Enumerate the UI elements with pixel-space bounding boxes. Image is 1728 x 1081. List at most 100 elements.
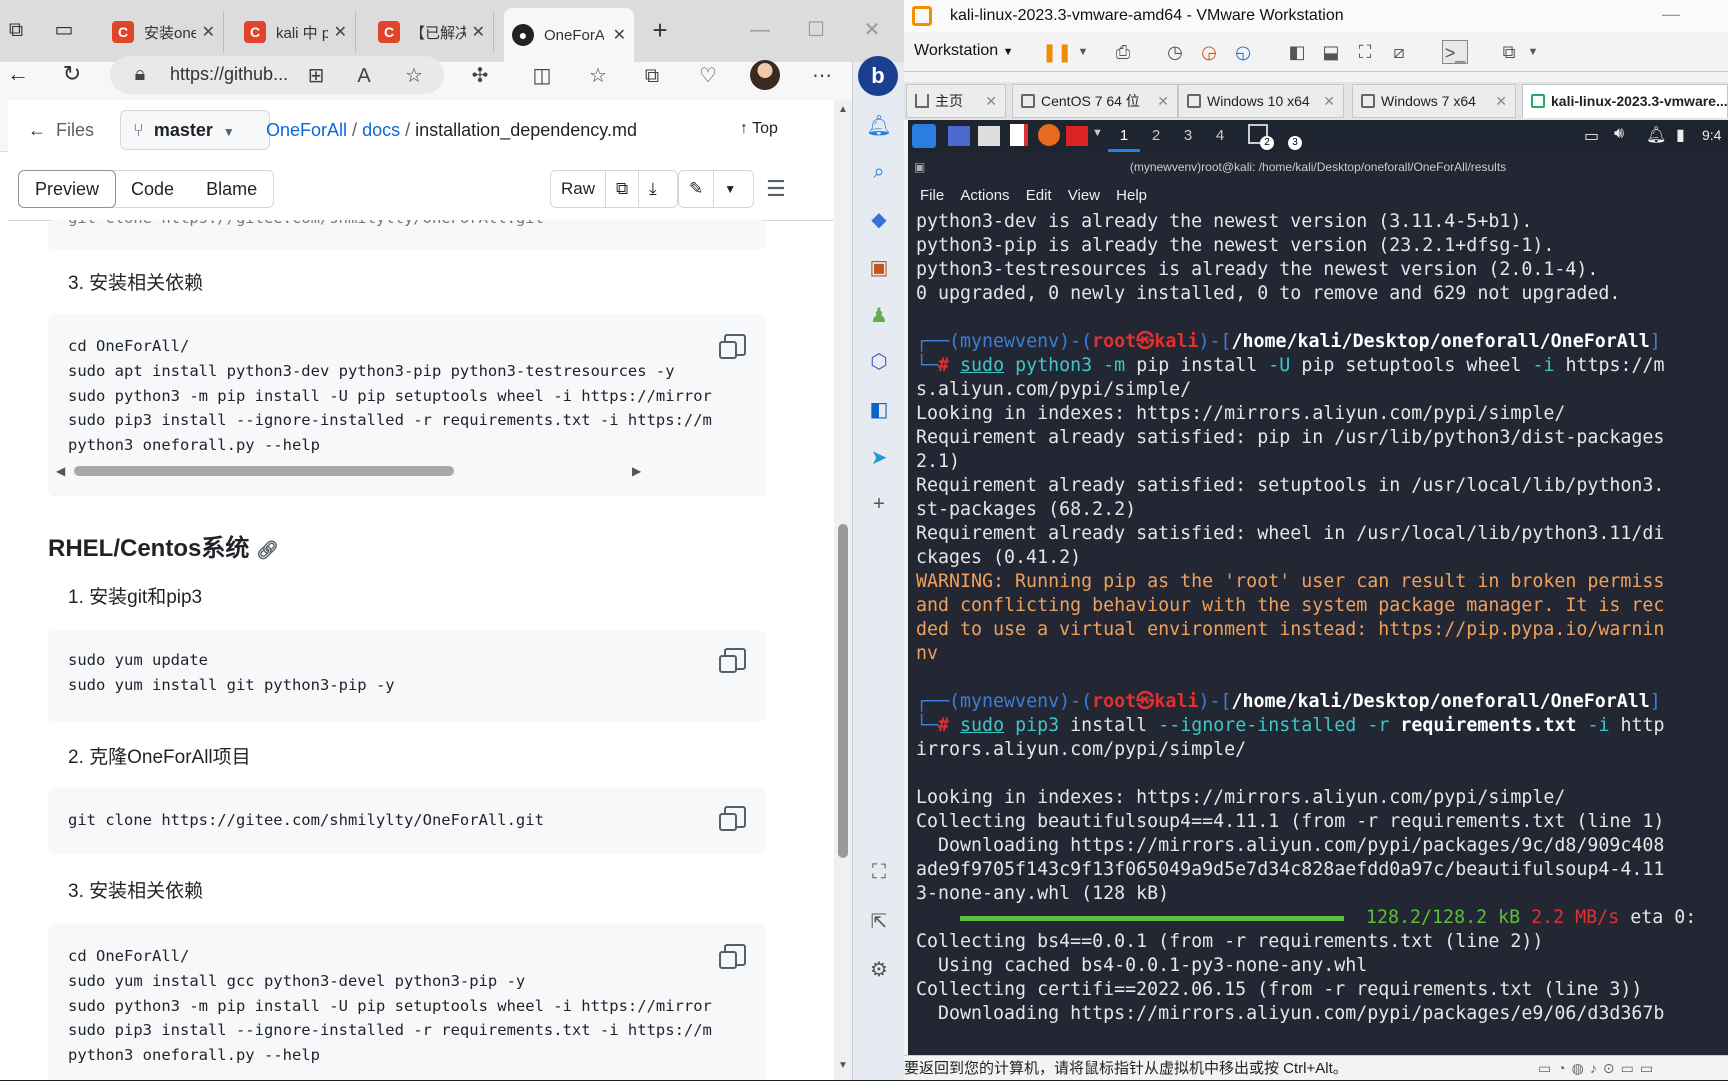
top-button[interactable]: ↑ Top bbox=[740, 120, 778, 138]
display-icon[interactable]: ▭ bbox=[1584, 126, 1599, 146]
workspaces-icon[interactable]: ⧉ bbox=[0, 14, 32, 46]
tools-briefcase-icon[interactable]: ▣ bbox=[865, 254, 893, 282]
pause-icon[interactable]: ❚❚ bbox=[1042, 40, 1072, 64]
maximize-button[interactable]: ☐ bbox=[800, 14, 832, 46]
copy-icon[interactable] bbox=[719, 334, 746, 359]
menu-actions[interactable]: Actions bbox=[960, 187, 1009, 204]
vm-tab-windows-7[interactable]: Windows 7 x64 ✕ bbox=[1352, 84, 1516, 118]
desktop-icon[interactable] bbox=[948, 126, 970, 146]
copy-raw-icon[interactable]: ⧉ bbox=[606, 171, 640, 207]
close-icon[interactable]: ✕ bbox=[607, 25, 626, 45]
app-available-icon[interactable]: ⊞ bbox=[300, 60, 332, 92]
games-icon[interactable]: ♟ bbox=[865, 302, 893, 330]
tab-actions-icon[interactable]: ▭ bbox=[48, 14, 80, 46]
breadcrumb-repo[interactable]: OneForAll bbox=[266, 120, 347, 140]
copilot-icon[interactable]: ⬡ bbox=[865, 348, 893, 376]
tab-preview[interactable]: Preview bbox=[18, 170, 117, 208]
vm-tab-windows-10[interactable]: Windows 10 x64 ✕ bbox=[1178, 84, 1344, 118]
browser-tab-3[interactable]: C 【已解决 ✕ bbox=[370, 12, 494, 52]
close-icon[interactable]: ✕ bbox=[1495, 85, 1507, 117]
read-aloud-icon[interactable]: A bbox=[348, 60, 380, 92]
scroll-right-icon[interactable]: ▶ bbox=[632, 464, 641, 478]
revert-snapshot-icon[interactable]: ◶ bbox=[1196, 40, 1222, 64]
breadcrumb-folder[interactable]: docs bbox=[362, 120, 400, 140]
browser-tab-1[interactable]: C 安装one ✕ bbox=[104, 12, 224, 52]
browser-tab-4-active[interactable]: ● OneForAll ✕ bbox=[504, 8, 634, 62]
chevron-down-icon[interactable]: ▼ bbox=[714, 182, 746, 196]
more-icon[interactable]: ⋯ bbox=[806, 60, 838, 92]
split-screen-icon[interactable]: ◫ bbox=[526, 60, 558, 92]
workspace-3[interactable]: 3 bbox=[1172, 120, 1204, 152]
menu-edit[interactable]: Edit bbox=[1026, 187, 1052, 204]
device-icons[interactable]: ▭◔◍♪⊙▭▭ bbox=[1538, 1056, 1659, 1081]
vm-tab-home[interactable]: 主页 ✕ bbox=[906, 84, 1006, 118]
page-scrollbar[interactable]: ▲ ▼ bbox=[834, 100, 852, 1080]
link-icon[interactable]: 🔗︎ bbox=[256, 540, 279, 560]
chevron-down-icon[interactable]: ▼ bbox=[1070, 40, 1096, 64]
kali-menu-icon[interactable] bbox=[912, 124, 936, 148]
volume-icon[interactable]: 🔊︎ bbox=[1614, 125, 1624, 143]
send-ctrl-alt-del-icon[interactable]: ⎙ bbox=[1110, 40, 1136, 64]
chevron-down-icon[interactable]: ▼ bbox=[1092, 127, 1103, 139]
copy-icon[interactable] bbox=[719, 944, 746, 969]
tab-code[interactable]: Code bbox=[115, 171, 190, 207]
full-screen-icon[interactable]: ⛶ bbox=[1352, 40, 1378, 64]
snapshot-icon[interactable]: ◷ bbox=[1162, 40, 1188, 64]
stretch-guest-icon[interactable]: ⧉ bbox=[1496, 40, 1522, 64]
horizontal-scrollbar-thumb[interactable] bbox=[74, 466, 454, 476]
open-external-icon[interactable]: ⇱ bbox=[865, 908, 893, 936]
battery-icon[interactable]: ▮ bbox=[1676, 125, 1685, 145]
browser-tab-2[interactable]: C kali 中 p ✕ bbox=[236, 12, 356, 52]
notification-bell-icon[interactable]: 🔔︎ bbox=[1646, 125, 1666, 145]
workspace-1[interactable]: 1 bbox=[1108, 120, 1140, 152]
refresh-icon[interactable]: ↻ bbox=[54, 56, 90, 92]
download-icon[interactable]: ⤓ bbox=[639, 179, 667, 199]
add-icon[interactable]: + bbox=[865, 490, 893, 518]
unity-icon[interactable]: ⧄ bbox=[1386, 40, 1412, 64]
close-icon[interactable]: ✕ bbox=[1157, 85, 1169, 117]
close-icon[interactable]: ✕ bbox=[1323, 85, 1335, 117]
chevron-down-icon[interactable]: ▼ bbox=[1520, 40, 1546, 64]
telegram-icon[interactable]: ➤ bbox=[865, 444, 893, 472]
screenshot-icon[interactable]: ⛶ bbox=[865, 858, 893, 886]
minimize-button[interactable]: — bbox=[744, 14, 776, 46]
minimize-button[interactable]: — bbox=[1662, 4, 1680, 25]
terminal-output[interactable]: python3-dev is already the newest versio… bbox=[908, 210, 1728, 1055]
app-icon[interactable] bbox=[1066, 126, 1088, 146]
console-view-icon[interactable]: >_ bbox=[1442, 40, 1468, 64]
extensions-icon[interactable]: ✣ bbox=[464, 60, 496, 92]
snapshot-manager-icon[interactable]: ◵ bbox=[1230, 40, 1256, 64]
raw-button[interactable]: Raw bbox=[551, 171, 607, 207]
close-icon[interactable]: ✕ bbox=[985, 85, 997, 117]
close-icon[interactable]: ✕ bbox=[196, 22, 215, 42]
settings-gear-icon[interactable]: ⚙ bbox=[865, 956, 893, 984]
firefox-icon[interactable] bbox=[1038, 124, 1060, 146]
text-editor-icon[interactable] bbox=[1010, 124, 1028, 146]
url-text[interactable]: https://github... bbox=[170, 64, 288, 85]
new-tab-button[interactable]: + bbox=[644, 14, 676, 46]
clock[interactable]: 9:4 bbox=[1702, 127, 1721, 143]
browser-essentials-icon[interactable]: ♡ bbox=[692, 60, 724, 92]
lock-icon[interactable]: 🔒︎ bbox=[124, 58, 156, 90]
copy-icon[interactable] bbox=[719, 648, 746, 673]
edit-pencil-icon[interactable]: ✎ bbox=[679, 171, 715, 207]
menu-file[interactable]: File bbox=[920, 187, 944, 204]
workspace-4[interactable]: 4 bbox=[1204, 120, 1236, 152]
shopping-tag-icon[interactable]: ◆ bbox=[865, 206, 893, 234]
collections-icon[interactable]: ⧉ bbox=[636, 60, 668, 92]
vm-tab-kali-active[interactable]: kali-linux-2023.3-vmware... bbox=[1522, 84, 1728, 118]
tab-blame[interactable]: Blame bbox=[190, 171, 273, 207]
copy-icon[interactable] bbox=[719, 806, 746, 831]
profile-avatar[interactable] bbox=[750, 60, 780, 90]
bing-copilot-button[interactable]: b bbox=[858, 56, 898, 96]
menu-view[interactable]: View bbox=[1068, 187, 1100, 204]
close-icon[interactable]: ✕ bbox=[466, 22, 485, 42]
branch-selector[interactable]: ⑂ master ▼ bbox=[120, 110, 270, 150]
vm-tab-centos[interactable]: CentOS 7 64 位 ✕ bbox=[1012, 84, 1178, 118]
outline-icon[interactable]: ☰ bbox=[766, 176, 786, 202]
scroll-up-icon[interactable]: ▲ bbox=[838, 104, 848, 115]
workstation-menu[interactable]: Workstation ▼ bbox=[914, 42, 1014, 60]
scroll-left-icon[interactable]: ◀ bbox=[56, 464, 65, 478]
favorites-icon[interactable]: ☆ bbox=[582, 60, 614, 92]
search-icon[interactable]: ⌕ bbox=[865, 158, 893, 186]
